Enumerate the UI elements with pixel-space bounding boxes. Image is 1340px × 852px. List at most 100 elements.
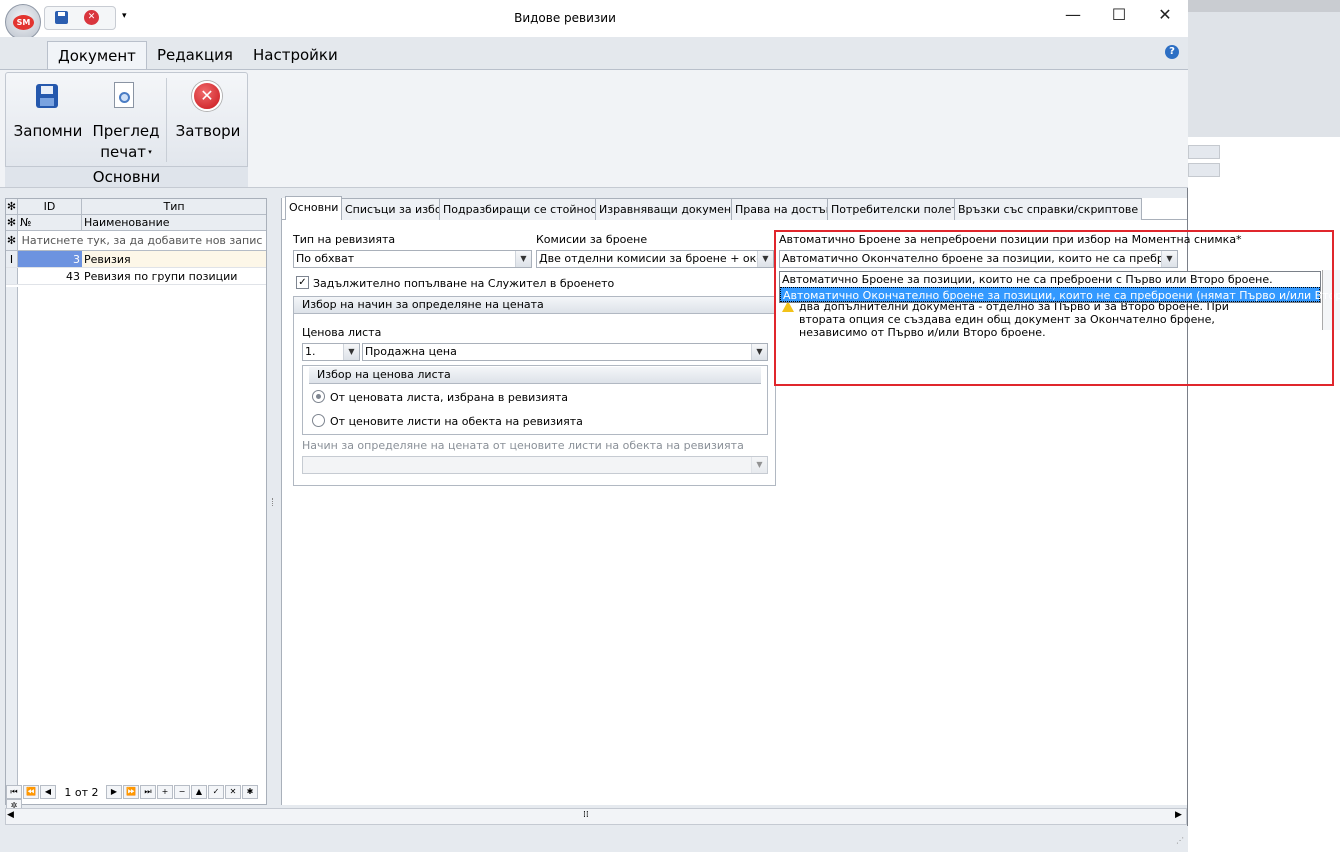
col-header-no[interactable]: № [20,215,82,230]
refresh-icon[interactable]: ✱ [242,785,258,799]
price-list-subgroup-title: Избор на ценова листа [309,367,761,384]
record-counter: 1 от 2 [64,785,99,799]
grid-navigator: ⏮ ⏪ ◀ 1 от 2 ▶ ⏩ ⏭ + − ▲ ✓ ✕ ✱✲ [6,785,266,813]
price-list-no-select[interactable]: 1. ▼ [302,343,360,361]
print-preview-icon [114,82,134,108]
row-indicator [6,268,18,284]
tab-reports-links[interactable]: Връзки със справки/скриптове [954,198,1143,220]
col-header-type[interactable]: Тип [82,199,266,214]
delete-record-icon[interactable]: − [174,785,190,799]
app-orb-button[interactable]: SM [5,4,41,40]
status-bar: ⋰ [0,826,1188,852]
price-list-no-value: 1. [305,345,316,358]
quick-access-toolbar: ✕ [44,6,116,30]
asterisk-icon: ✻ [6,215,18,230]
scroll-grip-icon[interactable]: ⁞⁞ [583,810,589,820]
floppy-save-icon [36,84,58,108]
price-method-group-title: Избор на начин за определяне на цената [294,297,775,314]
qat-close-icon[interactable]: ✕ [84,10,99,25]
radio-from-site-label: От ценовите листи на обекта на ревизията [330,415,583,428]
new-row[interactable]: ✻ Натиснете тук, за да добавите нов запи… [6,231,266,251]
save-button[interactable]: Запомни [10,76,86,164]
records-grid: ✻ ID Тип ✻ № Наименование ✻ Натиснете ту… [5,198,267,805]
minimize-button[interactable]: — [1050,0,1096,32]
red-close-icon: ✕ [192,81,222,111]
audit-type-select[interactable]: По обхват ▼ [293,250,532,268]
chevron-down-icon: ▼ [751,457,767,473]
radio-from-audit-price-list[interactable] [312,390,325,403]
maximize-button[interactable]: ☐ [1096,0,1142,32]
price-method-select: ▼ [302,456,768,474]
prev-record-icon[interactable]: ◀ [40,785,56,799]
help-icon[interactable]: ? [1165,45,1179,59]
chevron-down-icon: ▾ [146,148,152,156]
print-preview-label-2: печат [100,143,147,161]
table-row[interactable]: 43 Ревизия по групи позиции [6,268,266,285]
tab-user-fields[interactable]: Потребителски полета [827,198,969,220]
edit-record-icon[interactable]: ▲ [191,785,207,799]
audit-type-value: По обхват [296,252,355,265]
tab-selection-lists[interactable]: Списъци за избор [341,198,453,220]
ribbon-tab-edit[interactable]: Редакция [147,41,243,69]
close-document-button[interactable]: ✕ Затвори [170,76,246,164]
counting-select[interactable]: Две отделни комисии за броене + окончат ▼ [536,250,774,268]
prev-page-icon[interactable]: ⏪ [23,785,39,799]
radio-from-site-price-lists[interactable] [312,414,325,427]
mandatory-checkbox[interactable]: ✓ [296,276,309,289]
close-window-button[interactable]: ✕ [1142,0,1188,32]
chevron-down-icon: ▼ [515,251,531,267]
scroll-right-icon[interactable]: ▶ [1175,810,1182,820]
first-record-icon[interactable]: ⏮ [6,785,22,799]
row-indicator-column [6,287,18,804]
ribbon-separator [166,78,167,162]
edit-cursor-icon: I [6,251,18,267]
ribbon-group-label: Основни [5,166,248,187]
price-list-select[interactable]: Продажна цена ▼ [362,343,768,361]
ribbon-tab-settings[interactable]: Настройки [243,41,348,69]
window-title: Видове ревизии [514,11,616,25]
ribbon-tab-document[interactable]: Документ [47,41,147,69]
app-logo: SM [13,15,34,30]
counting-value: Две отделни комисии за броене + окончат [539,252,774,265]
asterisk-icon: ✻ [6,231,18,250]
table-row[interactable]: I 3 Ревизия [6,251,266,268]
grid-header-row-2: ✻ № Наименование [6,215,266,231]
next-record-icon[interactable]: ▶ [106,785,122,799]
tab-balancing-docs[interactable]: Изравняващи документи [595,198,749,220]
close-document-label: Затвори [175,122,241,140]
audit-type-label: Тип на ревизията [293,233,396,246]
splitter-grip [272,498,274,506]
radio-from-audit-label: От ценовата листа, избрана в ревизията [330,391,569,404]
tab-basic[interactable]: Основни [285,196,343,220]
print-preview-label-2-wrap: печат ▾ [90,142,162,163]
last-record-icon[interactable]: ⏭ [140,785,156,799]
price-method-label: Начин за определяне на цената от ценовит… [302,439,744,452]
panel-splitter[interactable] [268,198,280,805]
print-preview-label-1: Преглед [92,122,160,140]
save-record-icon[interactable]: ✓ [208,785,224,799]
qat-save-icon[interactable] [55,11,68,24]
grid-header-row-1: ✻ ID Тип [6,199,266,215]
next-page-icon[interactable]: ⏩ [123,785,139,799]
qat-customize-icon[interactable]: ▾ [122,11,127,21]
add-record-icon[interactable]: + [157,785,173,799]
new-row-hint: Натиснете тук, за да добавите нов запис [21,234,263,247]
col-header-id[interactable]: ID [18,199,82,214]
chevron-down-icon: ▼ [343,344,359,360]
row-name: Ревизия [84,253,131,266]
chevron-down-icon: ▼ [751,344,767,360]
resize-grip-icon[interactable]: ⋰ [1176,836,1184,845]
print-preview-button[interactable]: Преглед печат ▾ [90,76,162,164]
background-window [1188,0,1340,852]
tab-defaults[interactable]: Подразбиращи се стойности [439,198,615,220]
save-button-label: Запомни [13,122,83,140]
row-name: Ревизия по групи позиции [84,270,238,283]
row-id: 43 [66,270,80,283]
horizontal-scrollbar[interactable]: ◀ ⁞⁞ ▶ [5,808,1187,825]
chevron-down-icon: ▼ [757,251,773,267]
tab-access-rights[interactable]: Права на достъп [731,198,837,220]
scroll-left-icon[interactable]: ◀ [7,810,14,820]
col-header-name[interactable]: Наименование [84,215,266,230]
cancel-edit-icon[interactable]: ✕ [225,785,241,799]
price-list-value: Продажна цена [365,345,457,358]
